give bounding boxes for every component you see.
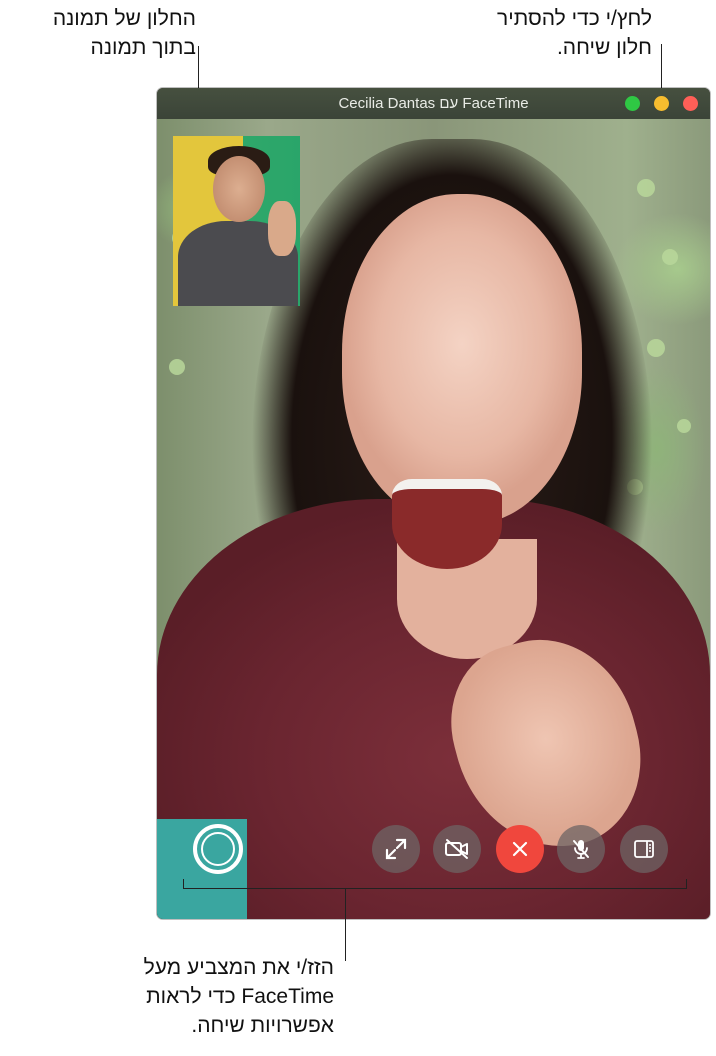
call-controls	[157, 88, 710, 919]
facetime-window[interactable]: Cecilia Dantas עם FaceTime	[157, 88, 710, 919]
pip-callout-line-2: בתוך תמונה	[90, 36, 196, 59]
end-call-icon	[512, 841, 528, 857]
video-off-icon	[445, 839, 468, 859]
video-off-button[interactable]	[433, 825, 481, 873]
options-callout-line-3: אפשרויות שיחה.	[191, 1014, 334, 1037]
mute-mic-icon	[573, 840, 589, 859]
pip-callout: החלון של תמונה בתוך תמונה	[20, 4, 196, 62]
end-call-button[interactable]	[496, 825, 544, 873]
sidebar-icon	[634, 840, 654, 858]
fullscreen-icon	[385, 838, 407, 860]
shutter-icon	[201, 832, 235, 866]
hide-callout-line-2: חלון שיחה.	[556, 36, 652, 59]
options-callout-line-2: FaceTime כדי לראות	[146, 985, 334, 1008]
fullscreen-button[interactable]	[372, 825, 420, 873]
hide-callout: לחץ/י כדי להסתיר חלון שיחה.	[456, 4, 652, 62]
options-callout: הזז/י את המצביע מעל FaceTime כדי לראות א…	[80, 953, 334, 1040]
options-callout-line-1: הזז/י את המצביע מעל	[143, 956, 334, 979]
sidebar-button[interactable]	[620, 825, 668, 873]
mute-button[interactable]	[557, 825, 605, 873]
shutter-button[interactable]	[193, 824, 243, 874]
hide-callout-line-1: לחץ/י כדי להסתיר	[497, 7, 652, 30]
pip-callout-line-1: החלון של תמונה	[52, 7, 196, 30]
